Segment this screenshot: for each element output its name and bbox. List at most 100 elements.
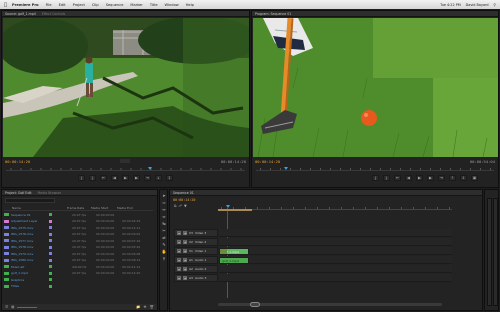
program-timecode[interactable]: 00:00:14:20 <box>255 159 280 164</box>
snap-icon[interactable]: ⧉ <box>174 204 177 208</box>
project-item[interactable]: Adjustment Layer 29.97 fps 00:00:00:00 00:0… <box>4 219 153 224</box>
track-lane[interactable] <box>219 265 452 273</box>
project-item[interactable]: Sequence 01 29.97 fps 00:00:00:00 <box>4 212 153 217</box>
lock-icon[interactable]: ▣ <box>183 276 187 280</box>
source-playhead[interactable] <box>148 167 152 170</box>
timeline-timecode[interactable]: 00:00:14:20 <box>173 198 195 202</box>
menu-window[interactable]: Window <box>165 3 179 7</box>
go-to-in-button[interactable]: ⇤ <box>100 175 107 181</box>
track-header[interactable]: ◉ ▣ V1 Video 1 <box>174 247 218 255</box>
project-item[interactable]: IMG_1580.mov 29.97 fps 00:00:00:00 00:00:08… <box>4 258 153 263</box>
program-step-forward-button[interactable]: ▶ <box>427 175 434 181</box>
razor-tool-icon[interactable]: ✂ <box>161 228 167 233</box>
new-item-icon[interactable]: ✚ <box>144 305 147 309</box>
track-lane[interactable] <box>219 256 452 264</box>
program-playhead[interactable] <box>284 167 288 170</box>
insert-button[interactable]: ↓ <box>155 175 162 181</box>
track-select-tool-icon[interactable]: ⇨ <box>161 200 167 205</box>
new-bin-icon[interactable]: 📁 <box>136 305 140 309</box>
col-frame-rate[interactable]: Frame Rate <box>67 206 91 210</box>
mark-out-button[interactable]: } <box>89 175 96 181</box>
project-item[interactable]: IMG_1577.mov 29.97 fps 00:00:00:00 00:00:07… <box>4 238 153 243</box>
menu-title[interactable]: Title <box>150 3 158 7</box>
tab-sequence[interactable]: Sequence 01 <box>173 191 194 195</box>
toggle-output-icon[interactable]: ◉ <box>177 258 181 262</box>
project-item[interactable]: IMG_1576.mov 29.97 fps 00:00:00:00 00:00:09… <box>4 232 153 237</box>
project-item[interactable]: Titles <box>4 284 153 289</box>
project-item[interactable]: Music.aif 44100 Hz 00:00:00:00 00:02:41:12 <box>4 264 153 269</box>
lock-icon[interactable]: ▣ <box>183 240 187 244</box>
track-header[interactable]: ◉ ▣ A2 Audio 2 <box>174 265 218 273</box>
go-to-out-button[interactable]: ⇥ <box>144 175 151 181</box>
project-item[interactable]: IMG_1579.mov 29.97 fps 00:00:00:00 00:00:06… <box>4 251 153 256</box>
lock-icon[interactable]: ▣ <box>183 249 187 253</box>
rate-stretch-tool-icon[interactable]: ↹ <box>161 221 167 226</box>
source-time-ruler[interactable] <box>6 166 245 171</box>
linked-selection-icon[interactable]: ☍ <box>179 204 183 208</box>
track-lane[interactable] <box>219 238 452 246</box>
track-lane[interactable] <box>219 229 452 237</box>
project-item[interactable]: golf_1.mp4 29.97 fps 00:00:00:00 00:00:14:2… <box>4 271 153 276</box>
menu-help[interactable]: Help <box>186 3 194 7</box>
menu-project[interactable]: Project <box>73 3 85 7</box>
menu-clip[interactable]: Clip <box>92 3 99 7</box>
track-lane[interactable] <box>219 247 452 255</box>
pen-tool-icon[interactable]: ✎ <box>161 242 167 247</box>
lock-icon[interactable]: ▣ <box>183 258 187 262</box>
work-area-bar[interactable] <box>218 209 252 211</box>
lift-button[interactable]: ↑ <box>449 175 456 181</box>
selection-tool-icon[interactable]: ➤ <box>161 193 167 198</box>
program-mark-out-button[interactable]: } <box>383 175 390 181</box>
col-media-start[interactable]: Media Start <box>91 206 117 210</box>
list-view-icon[interactable]: ☰ <box>5 305 8 309</box>
hand-tool-icon[interactable]: ✋ <box>161 249 167 254</box>
project-item[interactable]: Graphics <box>4 277 153 282</box>
col-name[interactable]: Name <box>4 206 67 210</box>
timeline-scroll-handle[interactable] <box>250 302 260 307</box>
menu-file[interactable]: File <box>46 3 52 7</box>
toggle-output-icon[interactable]: ◉ <box>177 276 181 280</box>
spotlight-icon[interactable]: ⚲ <box>494 3 496 7</box>
apple-icon[interactable]:  <box>4 2 7 8</box>
track-header[interactable]: ◉ ▣ V3 Video 3 <box>174 229 218 237</box>
tab-program[interactable]: Program: Sequence 01 <box>255 12 291 16</box>
menu-app-name[interactable]: Premiere Pro <box>12 3 39 7</box>
slip-tool-icon[interactable]: ⇄ <box>161 235 167 240</box>
program-time-ruler[interactable] <box>256 166 494 171</box>
toggle-output-icon[interactable]: ◉ <box>177 231 181 235</box>
toggle-output-icon[interactable]: ◉ <box>177 267 181 271</box>
program-go-in-button[interactable]: ⇤ <box>394 175 401 181</box>
trash-icon[interactable]: 🗑 <box>150 305 154 309</box>
program-step-back-button[interactable]: ◀ <box>405 175 412 181</box>
source-timecode[interactable]: 00:00:14:20 <box>5 159 30 164</box>
lock-icon[interactable]: ▣ <box>183 231 187 235</box>
toggle-output-icon[interactable]: ◉ <box>177 249 181 253</box>
export-frame-button[interactable]: ▣ <box>471 175 478 181</box>
play-button[interactable]: ▶ <box>122 175 129 181</box>
track-header[interactable]: ◉ ▣ V2 Video 2 <box>174 238 218 246</box>
overwrite-button[interactable]: ↧ <box>166 175 173 181</box>
add-marker-icon[interactable]: ▼ <box>184 204 187 208</box>
tab-source[interactable]: Source: golf_1.mp4 <box>5 12 36 16</box>
tab-project[interactable]: Project: Golf Edit <box>5 191 32 195</box>
mark-in-button[interactable]: { <box>78 175 85 181</box>
project-item[interactable]: IMG_1578.mov 29.97 fps 00:00:00:00 00:00:05… <box>4 245 153 250</box>
rolling-edit-tool-icon[interactable]: ⇔ <box>161 214 167 219</box>
program-mark-in-button[interactable]: { <box>372 175 379 181</box>
program-play-button[interactable]: ▶ <box>416 175 423 181</box>
toggle-output-icon[interactable]: ◉ <box>177 240 181 244</box>
zoom-tool-icon[interactable]: ⚲ <box>161 256 167 261</box>
project-item[interactable]: IMG_1575.mov 29.97 fps 00:00:00:00 00:00:12… <box>4 225 153 230</box>
icon-view-icon[interactable]: ▦ <box>11 305 14 309</box>
menu-sequence[interactable]: Sequence <box>106 3 124 7</box>
project-search-field[interactable] <box>5 198 55 203</box>
step-forward-button[interactable]: ▶ <box>133 175 140 181</box>
lock-icon[interactable]: ▣ <box>183 267 187 271</box>
fit-dropdown[interactable] <box>120 159 130 163</box>
program-go-out-button[interactable]: ⇥ <box>438 175 445 181</box>
extract-button[interactable]: ↥ <box>460 175 467 181</box>
step-back-button[interactable]: ◀ <box>111 175 118 181</box>
user-name[interactable]: David Bayard <box>466 3 489 7</box>
track-lane[interactable] <box>219 274 452 282</box>
col-media-end[interactable]: Media End <box>117 206 133 210</box>
